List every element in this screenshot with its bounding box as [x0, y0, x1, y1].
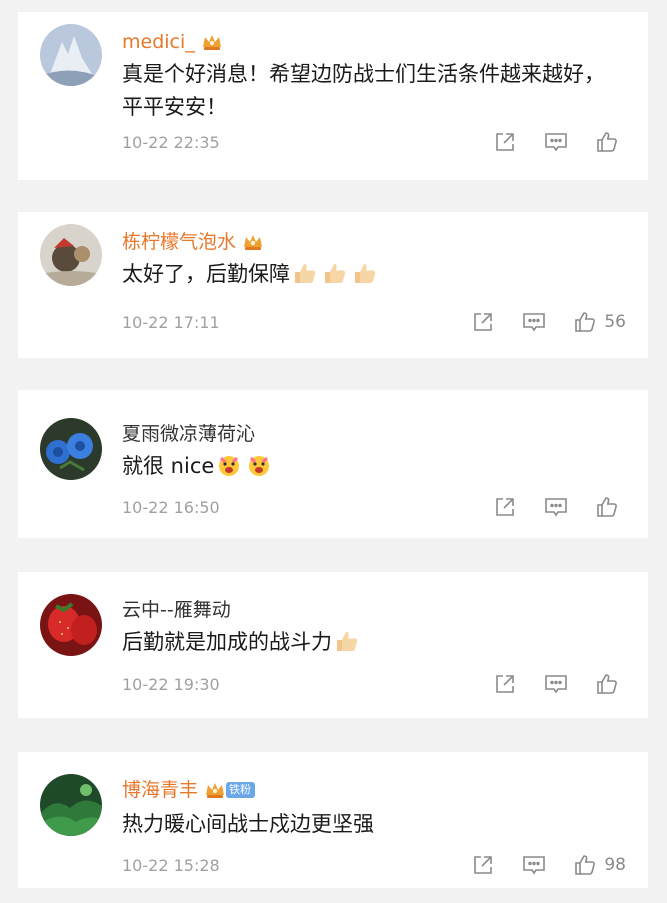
vip-crown-icon	[204, 780, 226, 800]
comment-icon[interactable]	[543, 494, 569, 520]
timestamp: 10-22 15:28	[122, 856, 220, 875]
avatar[interactable]	[40, 224, 102, 286]
username-text[interactable]: 夏雨微凉薄荷沁	[122, 424, 255, 444]
comment-text-content: 后勤就是加成的战斗力	[122, 630, 332, 654]
share-icon[interactable]	[470, 309, 496, 335]
comment-icon[interactable]	[543, 129, 569, 155]
comment-text: 太好了，后勤保障	[122, 258, 618, 291]
comment-card: medici_ 真是个好消息！希望边防战士们生活条件越来越好，平平安安！ 10-…	[18, 12, 648, 180]
avatar[interactable]	[40, 418, 102, 480]
comment-card: 博海青丰 铁粉 热力暖心间战士戍边更坚强 10-22 15:28 98	[18, 752, 648, 888]
comment-card: 夏雨微凉薄荷沁 就很 nice 10-22 16:50	[18, 390, 648, 538]
comment-card: 云中--雁舞动 后勤就是加成的战斗力 10-22 19:30	[18, 572, 648, 718]
like-icon[interactable]	[572, 852, 598, 878]
avatar[interactable]	[40, 24, 102, 86]
thumbs-up-emoji	[334, 628, 360, 654]
share-icon[interactable]	[492, 671, 518, 697]
comment-text: 真是个好消息！希望边防战士们生活条件越来越好，平平安安！	[122, 62, 605, 119]
username[interactable]: 博海青丰 铁粉	[122, 780, 256, 800]
username[interactable]: 云中--雁舞动	[122, 600, 231, 620]
comment-text-content: 太好了，后勤保障	[122, 262, 290, 286]
action-bar	[467, 129, 626, 155]
like-icon[interactable]	[572, 309, 598, 335]
like-count: 98	[604, 855, 626, 875]
comment-icon[interactable]	[543, 671, 569, 697]
excited-face-emoji	[246, 452, 272, 478]
share-icon[interactable]	[470, 852, 496, 878]
vip-crown-icon	[242, 232, 264, 252]
avatar[interactable]	[40, 774, 102, 836]
share-icon[interactable]	[492, 494, 518, 520]
timestamp: 10-22 16:50	[122, 498, 220, 517]
username-text[interactable]: 博海青丰	[122, 780, 198, 800]
username-text[interactable]: 云中--雁舞动	[122, 600, 231, 620]
like-icon[interactable]	[594, 129, 620, 155]
excited-face-emoji	[216, 452, 242, 478]
action-bar	[467, 671, 626, 697]
comment-icon[interactable]	[521, 309, 547, 335]
comment-text: 就很 nice	[122, 450, 618, 483]
vip-crown-icon	[201, 32, 223, 52]
timestamp: 10-22 19:30	[122, 675, 220, 694]
like-count: 56	[604, 312, 626, 332]
username[interactable]: medici_	[122, 32, 223, 52]
username[interactable]: 栋柠檬气泡水	[122, 232, 264, 252]
action-bar: 98	[445, 852, 626, 878]
username[interactable]: 夏雨微凉薄荷沁	[122, 424, 255, 444]
timestamp: 10-22 17:11	[122, 313, 220, 332]
thumbs-up-emoji	[292, 260, 318, 286]
action-bar	[467, 494, 626, 520]
fan-badge: 铁粉	[226, 782, 256, 798]
timestamp: 10-22 22:35	[122, 133, 220, 152]
avatar[interactable]	[40, 594, 102, 656]
username-text[interactable]: medici_	[122, 32, 195, 52]
comment-text: 热力暖心间战士戍边更坚强	[122, 812, 374, 836]
like-icon[interactable]	[594, 494, 620, 520]
comment-icon[interactable]	[521, 852, 547, 878]
thumbs-up-emoji	[352, 260, 378, 286]
comment-card: 栋柠檬气泡水 太好了，后勤保障 10-22 17:11 56	[18, 212, 648, 358]
username-text[interactable]: 栋柠檬气泡水	[122, 232, 236, 252]
comment-text-content: 就很 nice	[122, 454, 215, 478]
comment-text: 后勤就是加成的战斗力	[122, 626, 618, 659]
action-bar: 56	[445, 309, 626, 335]
share-icon[interactable]	[492, 129, 518, 155]
like-icon[interactable]	[594, 671, 620, 697]
thumbs-up-emoji	[322, 260, 348, 286]
